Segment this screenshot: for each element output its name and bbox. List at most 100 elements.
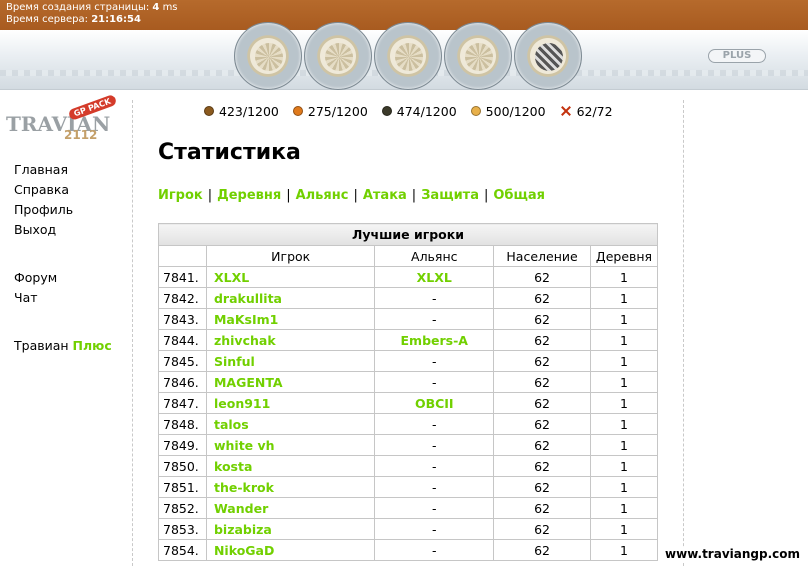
player-rank: 7849.: [158, 434, 207, 456]
menu-help[interactable]: Справка: [14, 180, 126, 200]
tab-general[interactable]: Общая: [493, 188, 545, 203]
player-rank: 7847.: [158, 392, 207, 414]
header-population: Население: [493, 245, 591, 267]
player-name-link[interactable]: the-krok: [205, 476, 376, 498]
player-villages: 1: [589, 266, 659, 288]
tab-alliance[interactable]: Альянс: [296, 188, 349, 203]
player-rank: 7851.: [158, 476, 207, 498]
left-divider: [132, 100, 133, 566]
gen-value: 4: [152, 2, 160, 13]
alliance-none: -: [374, 413, 495, 435]
player-rank: 7853.: [158, 518, 207, 540]
player-name-link[interactable]: kosta: [205, 455, 376, 477]
resource-clay: 275/1200: [292, 103, 368, 119]
player-population: 62: [493, 308, 591, 330]
clay-value: 275/1200: [307, 103, 368, 119]
menu-logout[interactable]: Выход: [14, 220, 126, 240]
table-row: 7850. kosta -62 1: [158, 455, 659, 477]
page-generation-time: Время создания страницы: 4 ms: [6, 2, 802, 14]
alliance-none: -: [374, 287, 495, 309]
server-label: Время сервера:: [6, 14, 88, 25]
travian-logo[interactable]: TRAVIAN 2112 GP PACK: [6, 94, 118, 148]
player-name-link[interactable]: Sinful: [205, 350, 376, 372]
tab-attack[interactable]: Атака: [363, 188, 407, 203]
player-population: 62: [493, 539, 591, 561]
table-row: 7852. Wander -62 1: [158, 497, 659, 519]
table-row: 7844. zhivchak Embers-A 62 1: [158, 329, 659, 351]
player-villages: 1: [589, 434, 659, 456]
player-name-link[interactable]: Wander: [205, 497, 376, 519]
menu-gap: [14, 240, 126, 268]
player-name-link[interactable]: talos: [205, 413, 376, 435]
player-villages: 1: [589, 539, 659, 561]
map-button[interactable]: [374, 22, 442, 90]
alliance-none: -: [374, 371, 495, 393]
player-population: 62: [493, 266, 591, 288]
tab-village[interactable]: Деревня: [217, 188, 281, 203]
tab-separator: |: [207, 188, 213, 203]
alliance-link[interactable]: XLXL: [374, 266, 495, 288]
table-row: 7841. XLXL XLXL 62 1: [158, 266, 659, 288]
player-name-link[interactable]: MaKsIm1: [205, 308, 376, 330]
player-villages: 1: [589, 308, 659, 330]
iron-icon: [381, 106, 392, 116]
village-center-button[interactable]: [304, 22, 372, 90]
player-name-link[interactable]: MAGENTA: [205, 371, 376, 393]
player-name-link[interactable]: bizabiza: [205, 518, 376, 540]
player-villages: 1: [589, 413, 659, 435]
menu-chat[interactable]: Чат: [14, 288, 126, 308]
player-population: 62: [493, 455, 591, 477]
tab-player[interactable]: Игрок: [158, 188, 203, 203]
iron-value: 474/1200: [396, 103, 457, 119]
village-overview-button[interactable]: [234, 22, 302, 90]
table-row: 7847. leon911 OBCII 62 1: [158, 392, 659, 414]
clay-icon: [292, 106, 303, 116]
player-population: 62: [493, 329, 591, 351]
menu-forum[interactable]: Форум: [14, 268, 126, 288]
tab-separator: |: [411, 188, 417, 203]
gen-unit: ms: [162, 2, 178, 13]
player-villages: 1: [589, 392, 659, 414]
alliance-link[interactable]: Embers-A: [374, 329, 495, 351]
table-row: 7848. talos -62 1: [158, 413, 659, 435]
table-header-row: Игрок Альянс Население Деревня: [158, 245, 659, 267]
left-menu: Главная Справка Профиль Выход Форум Чат …: [14, 160, 126, 356]
player-rank: 7850.: [158, 455, 207, 477]
alliance-none: -: [374, 539, 495, 561]
statistics-tabs: Игрок | Деревня | Альянс | Атака | Защита | Общая: [158, 188, 545, 203]
statistics-button[interactable]: [444, 22, 512, 90]
table-row: 7842. drakullita -62 1: [158, 287, 659, 309]
table-row: 7846. MAGENTA -62 1: [158, 371, 659, 393]
messages-button[interactable]: [514, 22, 582, 90]
player-population: 62: [493, 476, 591, 498]
table-row: 7853. bizabiza -62 1: [158, 518, 659, 540]
player-population: 62: [493, 497, 591, 519]
player-population: 62: [493, 371, 591, 393]
player-name-link[interactable]: drakullita: [205, 287, 376, 309]
menu-home[interactable]: Главная: [14, 160, 126, 180]
alliance-none: -: [374, 350, 495, 372]
player-name-link[interactable]: zhivchak: [205, 329, 376, 351]
player-villages: 1: [589, 329, 659, 351]
player-population: 62: [493, 413, 591, 435]
menu-travian-plus[interactable]: Травиан Плюс: [14, 336, 126, 356]
menu-profile[interactable]: Профиль: [14, 200, 126, 220]
plus-button[interactable]: PLUS: [708, 49, 766, 63]
player-name-link[interactable]: XLXL: [205, 266, 376, 288]
player-rank: 7844.: [158, 329, 207, 351]
tab-separator: |: [353, 188, 358, 203]
player-name-link[interactable]: leon911: [205, 392, 376, 414]
alliance-none: -: [374, 476, 495, 498]
player-name-link[interactable]: NikoGaD: [205, 539, 376, 561]
resource-iron: 474/1200: [381, 103, 457, 119]
player-population: 62: [493, 518, 591, 540]
consumption-value: 62/72: [576, 103, 613, 119]
gen-label: Время создания страницы:: [6, 2, 150, 13]
player-rank: 7854.: [158, 539, 207, 561]
table-row: 7851. the-krok -62 1: [158, 476, 659, 498]
alliance-link[interactable]: OBCII: [374, 392, 495, 414]
tab-defense[interactable]: Защита: [421, 188, 479, 203]
header-villages: Деревня: [589, 245, 659, 267]
player-name-link[interactable]: white vh: [205, 434, 376, 456]
alliance-none: -: [374, 518, 495, 540]
